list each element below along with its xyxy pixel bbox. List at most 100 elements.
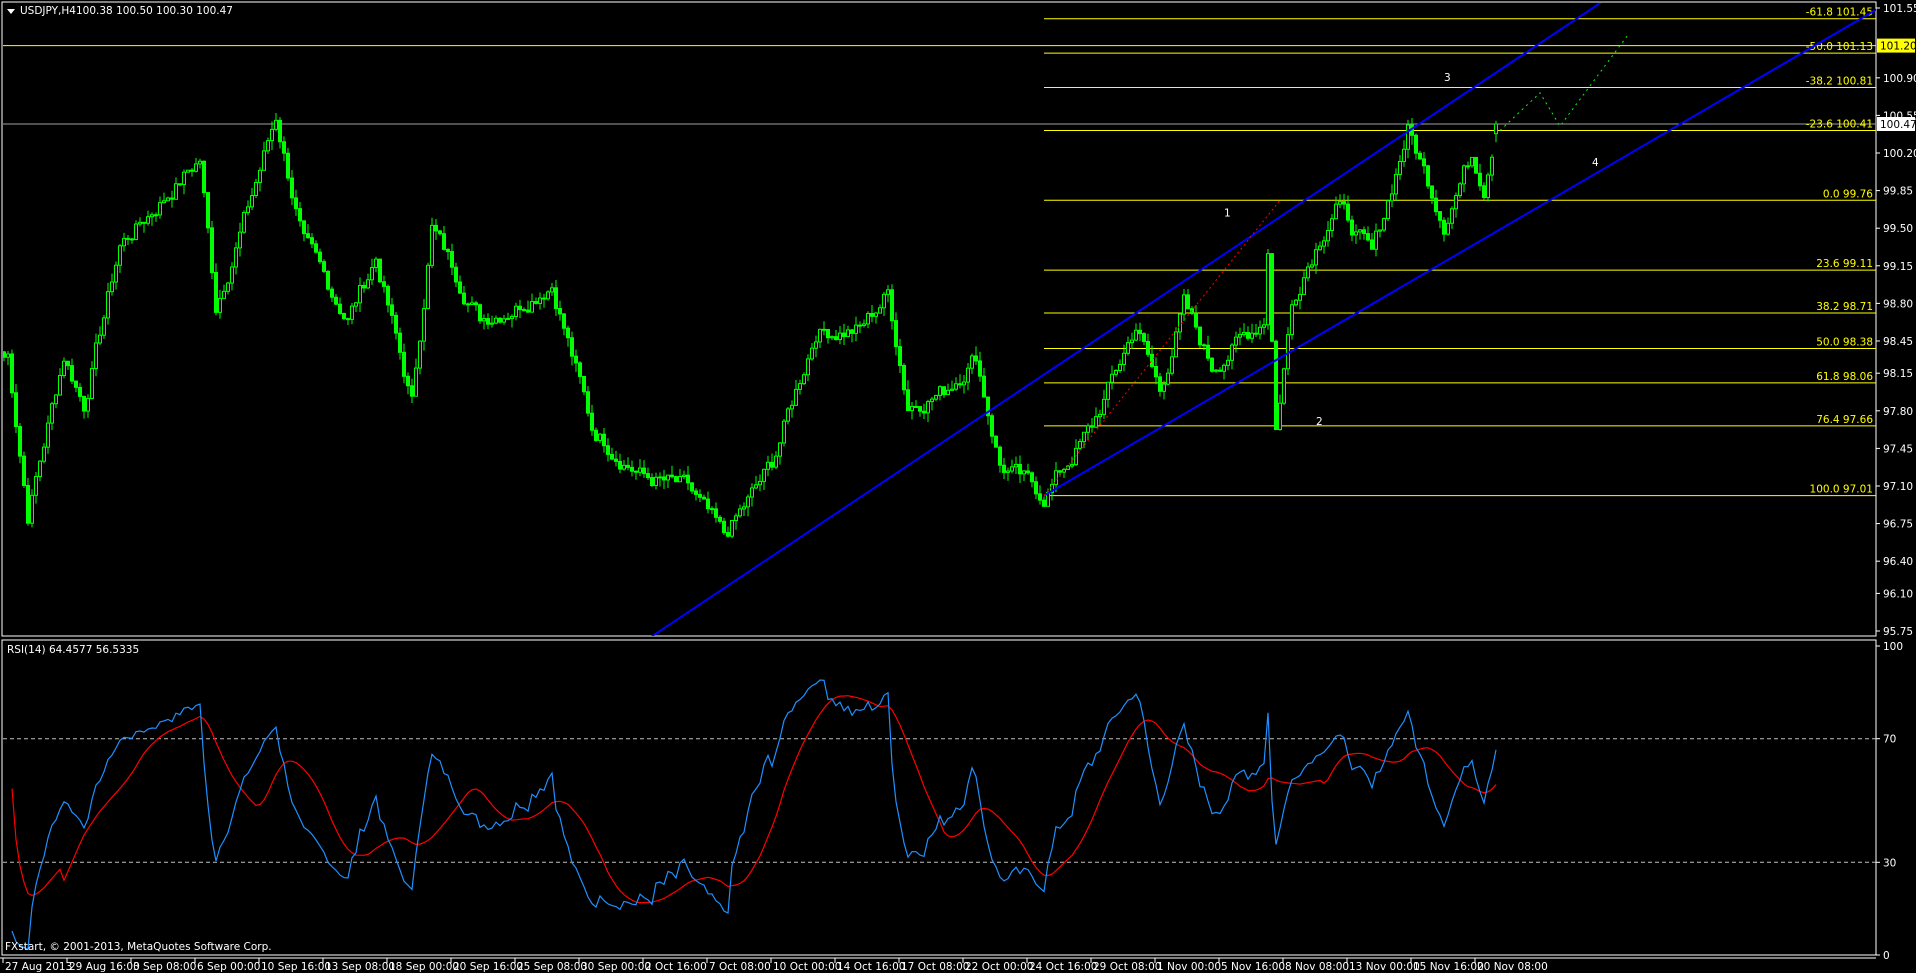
candle-body [910, 405, 914, 412]
candle-body [950, 388, 954, 391]
candle-body [1158, 376, 1162, 392]
candle-body [654, 476, 658, 487]
candle-body [1370, 239, 1374, 250]
candle-body [414, 367, 418, 397]
candle-body [650, 477, 654, 487]
chart-window[interactable]: -61.8 101.45-50.0 101.13-38.2 100.81-23.… [0, 0, 1916, 973]
time-tick-label: 1 Nov 00:00 [1157, 961, 1221, 973]
candle-body [794, 388, 798, 406]
candle-body [318, 251, 322, 263]
candle-body [366, 279, 370, 289]
candle-body [682, 474, 686, 477]
wave-label-3: 3 [1444, 72, 1451, 84]
candle-body [1186, 294, 1190, 310]
candle-body [1110, 373, 1114, 383]
candle-body [514, 305, 518, 317]
candle-body [14, 392, 18, 428]
candle-body [418, 340, 422, 369]
candle-body [130, 238, 134, 241]
candle-body [498, 317, 502, 323]
candle-body [714, 508, 718, 518]
candle-body [722, 520, 726, 534]
candle-body [1290, 304, 1294, 336]
candle-body [898, 346, 902, 367]
candle-body [1470, 156, 1474, 167]
candle-body [1494, 123, 1498, 135]
price-tick-label: 100.20 [1883, 148, 1916, 160]
candle-body [790, 404, 794, 410]
candle-body [1350, 219, 1354, 236]
candle-body [1362, 229, 1366, 235]
candle-body [242, 212, 246, 233]
candle-body [1446, 222, 1450, 235]
candle-body [166, 197, 170, 202]
candle-body [1242, 332, 1246, 335]
time-tick-label: 10 Sep 16:00 [261, 961, 331, 973]
candle-body [430, 224, 434, 266]
candle-body [510, 315, 514, 319]
candle-body [670, 474, 674, 478]
candle-body [666, 474, 670, 481]
candle-body [1070, 464, 1074, 467]
candle-body [150, 214, 154, 218]
candle-body [582, 375, 586, 393]
candle-body [1282, 368, 1286, 404]
candle-body [786, 408, 790, 422]
time-tick-label: 5 Nov 16:00 [1221, 961, 1285, 973]
candle-body [198, 160, 202, 165]
candle-body [162, 200, 166, 204]
price-tick-label: 97.80 [1883, 406, 1913, 418]
candle-body [1194, 312, 1198, 328]
candle-body [578, 362, 582, 377]
candle-body [1454, 195, 1458, 210]
candle-body [1218, 369, 1222, 372]
candle-body [522, 309, 526, 312]
candle-body [478, 304, 482, 322]
candle-body [506, 317, 510, 320]
candle-body [394, 314, 398, 334]
candle-body [270, 128, 274, 142]
candle-body [402, 351, 406, 377]
rsi-panel[interactable] [1, 639, 1877, 956]
candle-body [1462, 165, 1466, 185]
candle-body [1146, 340, 1150, 355]
candle-body [1222, 364, 1226, 372]
candle-body [1386, 200, 1390, 220]
candle-body [746, 496, 750, 508]
candle-body [178, 183, 182, 186]
candle-body [238, 231, 242, 249]
candle-body [594, 429, 598, 441]
price-tick-label: 96.75 [1883, 519, 1913, 531]
candle-body [1418, 152, 1422, 160]
candle-body [562, 313, 566, 329]
candle-body [450, 251, 454, 268]
candle-body [1274, 340, 1278, 431]
time-tick-label: 30 Sep 00:00 [581, 961, 651, 973]
candle-body [30, 494, 34, 524]
candle-body [1238, 333, 1242, 338]
candle-body [706, 498, 710, 510]
candle-body [1382, 218, 1386, 231]
candle-body [1450, 208, 1454, 224]
main-panel[interactable] [1, 1, 1877, 637]
price-tick-label: 99.50 [1883, 223, 1913, 235]
candle-body [1154, 366, 1158, 378]
candle-body [1054, 470, 1058, 485]
candle-body [906, 389, 910, 412]
candle-body [762, 468, 766, 482]
fib-level-label: 0.0 99.76 [1823, 188, 1873, 200]
candle-body [122, 237, 126, 247]
fib-level-label: 50.0 98.38 [1816, 337, 1873, 349]
candle-body [1326, 229, 1330, 242]
candle-body [1374, 230, 1378, 250]
candle-body [18, 426, 22, 457]
candle-body [94, 342, 98, 370]
candle-body [1318, 245, 1322, 251]
candle-body [822, 328, 826, 331]
time-tick-label: 7 Oct 08:00 [709, 961, 771, 973]
candle-body [1334, 203, 1338, 220]
candle-body [326, 270, 330, 290]
candle-body [630, 466, 634, 472]
candle-body [1402, 148, 1406, 162]
candle-body [574, 355, 578, 364]
